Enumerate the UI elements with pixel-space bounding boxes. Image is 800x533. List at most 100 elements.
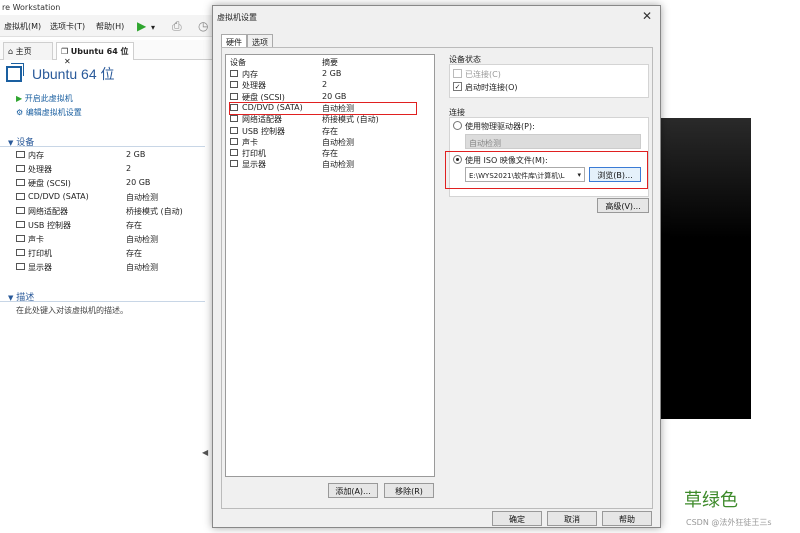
vm-device-row[interactable]: 处理器 2 — [16, 164, 206, 178]
dialog-device-name: 内存 — [242, 70, 258, 79]
help-button[interactable]: 帮助 — [602, 511, 652, 526]
section-divider — [0, 301, 205, 302]
dialog-device-name: 网络适配器 — [242, 115, 282, 125]
dialog-device-row[interactable]: 内存 2 GB — [228, 69, 432, 80]
dialog-device-name: 声卡 — [242, 137, 258, 147]
dialog-device-name: USB 控制器 — [242, 126, 285, 136]
display-icon — [16, 263, 25, 270]
physical-drive-radio[interactable] — [453, 121, 462, 130]
dialog-device-value: 存在 — [322, 126, 338, 136]
vm-device-row[interactable]: 显示器 自动检测 — [16, 262, 206, 276]
connected-checkbox[interactable] — [453, 69, 462, 78]
vm-device-row[interactable]: 声卡 自动检测 — [16, 234, 206, 248]
vm-device-value: 存在 — [126, 221, 142, 230]
dialog-device-row[interactable]: 声卡 自动检测 — [228, 137, 432, 148]
edit-settings-label: 编辑虚拟机设置 — [25, 108, 82, 117]
remove-button[interactable]: 移除(R) — [384, 483, 434, 498]
dialog-device-row[interactable]: 显示器 自动检测 — [228, 159, 432, 170]
vm-device-row[interactable]: 硬盘 (SCSI) 20 GB — [16, 178, 206, 192]
vm-device-name: 声卡 — [28, 235, 44, 244]
close-icon[interactable]: ✕ — [642, 9, 652, 23]
connect-on-start-checkbox[interactable]: ✓ — [453, 82, 462, 91]
vm-device-value: 20 GB — [126, 178, 151, 187]
physical-drive-select[interactable]: 自动检测 — [465, 134, 641, 149]
disk-icon — [230, 92, 238, 100]
power-on-label: 开启此虚拟机 — [24, 94, 73, 103]
section-divider — [0, 146, 205, 147]
physical-drive-label: 使用物理驱动器(P): — [465, 122, 535, 131]
memory-icon — [230, 70, 238, 77]
iso-highlight-box — [445, 151, 648, 189]
dialog-device-value: 桥接模式 (自动) — [322, 115, 379, 125]
dialog-device-row[interactable]: 打印机 存在 — [228, 148, 432, 159]
vm-device-name: 硬盘 (SCSI) — [28, 179, 71, 188]
vm-device-name: USB 控制器 — [28, 221, 71, 230]
usb-icon — [230, 126, 238, 134]
dialog-title: 虚拟机设置 — [217, 13, 257, 22]
print-icon[interactable]: ⎙ — [172, 19, 182, 34]
printer-icon — [230, 149, 238, 157]
connect-on-start-label: 启动时连接(O) — [465, 83, 518, 92]
menu-help[interactable]: 帮助(H) — [96, 21, 124, 32]
vm-settings-dialog: 虚拟机设置 ✕ 硬件 选项 设备 摘要 内存 2 GB 处理器 2 硬盘 (SCSI) 2… — [212, 5, 661, 528]
play-small-icon: ▶ — [16, 94, 23, 103]
play-dropdown-icon[interactable]: ▾ — [151, 23, 155, 32]
watermark-text: 草绿色 — [684, 490, 738, 511]
cd-highlight-box — [229, 102, 417, 115]
dialog-device-row[interactable]: 硬盘 (SCSI) 20 GB — [228, 92, 432, 103]
desc-placeholder[interactable]: 在此处键入对该虚拟机的描述。 — [16, 305, 128, 316]
vm-device-row[interactable]: USB 控制器 存在 — [16, 220, 206, 234]
cpu-icon — [16, 165, 25, 172]
memory-icon — [16, 151, 25, 158]
menu-vm[interactable]: 虚拟机(M) — [4, 21, 41, 32]
menubar: 虚拟机(M) 选项卡(T) 帮助(H) ▶ ▾ ⎙ ◷ — [0, 15, 212, 37]
network-icon — [16, 207, 25, 214]
vm-header: Ubuntu 64 位 — [4, 63, 212, 86]
cpu-icon — [230, 81, 238, 89]
vm-device-value: 自动检测 — [126, 193, 158, 202]
csdn-credit: CSDN @法外狂徒王三s — [686, 518, 772, 527]
tab-options[interactable]: 选项 — [247, 34, 273, 48]
add-button[interactable]: 添加(A)... — [328, 483, 378, 498]
menu-tabs[interactable]: 选项卡(T) — [50, 21, 85, 32]
dialog-device-row[interactable]: 处理器 2 — [228, 80, 432, 91]
tab-ubuntu-label: Ubuntu 64 位 — [70, 47, 129, 56]
edit-icon: ⚙ — [16, 108, 24, 117]
dialog-device-row[interactable]: 网络适配器 桥接模式 (自动) — [228, 114, 432, 125]
vm-device-value: 自动检测 — [126, 235, 158, 244]
vm-device-row[interactable]: CD/DVD (SATA) 自动检测 — [16, 192, 206, 206]
scroll-left-icon[interactable]: ◀ — [202, 448, 208, 457]
vm-device-value: 自动检测 — [126, 263, 158, 272]
disk-icon — [16, 179, 25, 186]
vm-device-name: 显示器 — [28, 263, 52, 272]
sound-icon — [16, 235, 25, 242]
dialog-device-value: 自动检测 — [322, 137, 354, 147]
sound-icon — [230, 137, 238, 145]
vm-device-row[interactable]: 打印机 存在 — [16, 248, 206, 262]
play-icon[interactable]: ▶ — [137, 19, 146, 33]
vm-device-row[interactable]: 内存 2 GB — [16, 150, 206, 164]
vm-device-name: 打印机 — [28, 249, 52, 258]
tab-ubuntu[interactable]: ❐ Ubuntu 64 位 ✕ — [56, 42, 134, 66]
dialog-device-row[interactable]: USB 控制器 存在 — [228, 126, 432, 137]
dialog-device-value: 存在 — [322, 149, 338, 159]
connected-label: 已连接(C) — [465, 70, 501, 79]
col-summary-header: 摘要 — [322, 58, 338, 67]
dialog-device-value: 自动检测 — [322, 160, 354, 170]
cancel-button[interactable]: 取消 — [547, 511, 597, 526]
ok-button[interactable]: 确定 — [492, 511, 542, 526]
power-on-action[interactable]: ▶ 开启此虚拟机 — [16, 93, 73, 104]
clock-icon[interactable]: ◷ — [198, 19, 208, 33]
tab-home[interactable]: ⌂ 主页 — [3, 42, 53, 60]
vm-device-value: 2 — [126, 164, 132, 173]
printer-icon — [16, 249, 25, 256]
vm-device-value: 桥接模式 (自动) — [126, 207, 183, 216]
vm-device-name: 处理器 — [28, 165, 52, 174]
advanced-button[interactable]: 高级(V)... — [597, 198, 649, 213]
dialog-device-name: 打印机 — [242, 149, 266, 159]
dialog-device-name: 显示器 — [242, 160, 266, 170]
vm-device-row[interactable]: 网络适配器 桥接模式 (自动) — [16, 206, 206, 220]
dialog-device-name: 硬盘 (SCSI) — [242, 92, 285, 102]
vm-device-name: 网络适配器 — [28, 207, 68, 216]
edit-settings-action[interactable]: ⚙ 编辑虚拟机设置 — [16, 107, 82, 118]
